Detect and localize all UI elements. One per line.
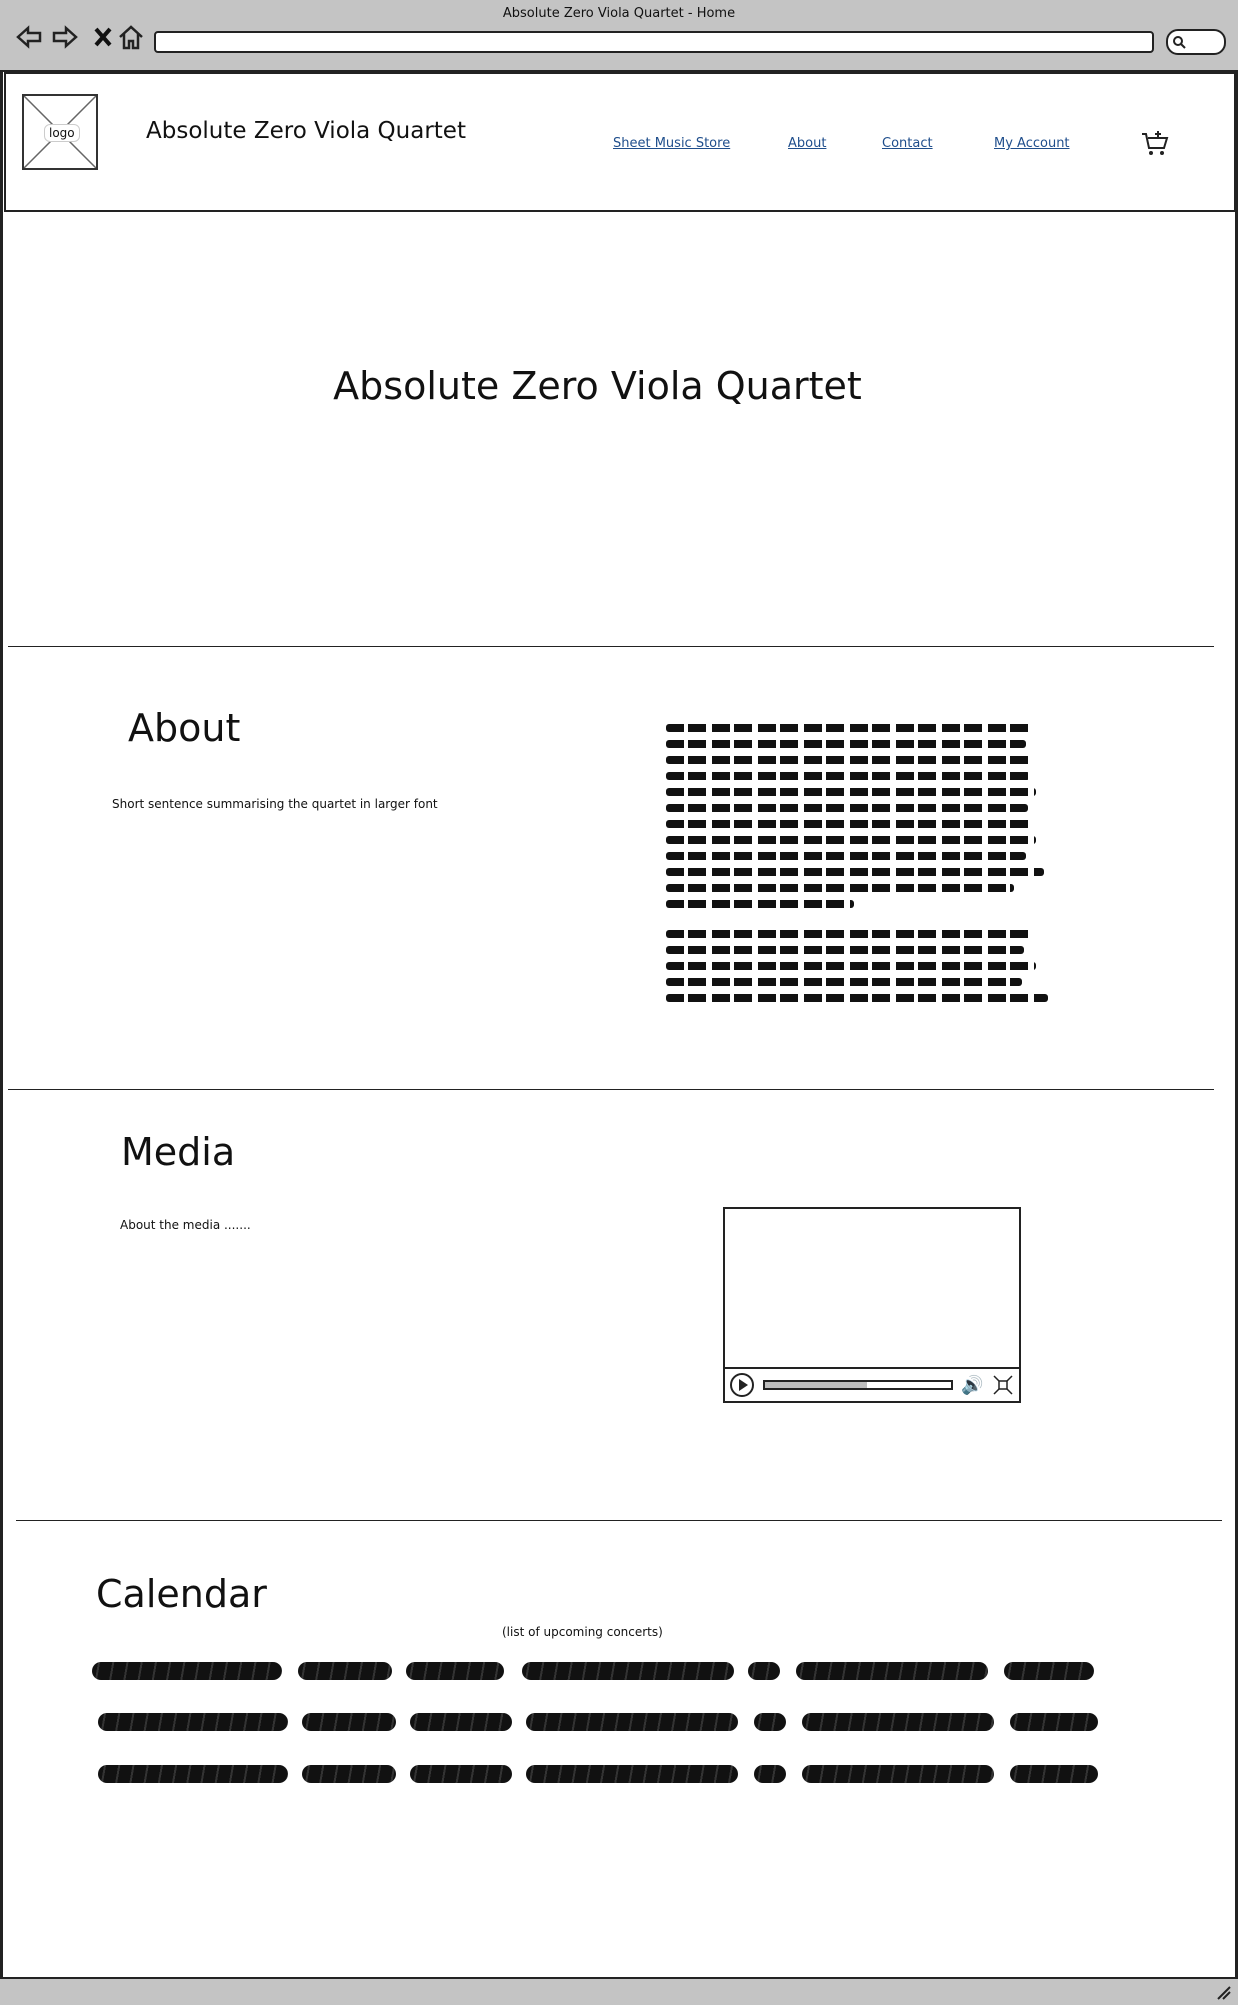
video-controls: 🔊 bbox=[725, 1367, 1019, 1401]
logo-label: logo bbox=[44, 124, 80, 142]
about-summary: Short sentence summarising the quartet i… bbox=[112, 797, 438, 811]
search-icon bbox=[1173, 36, 1186, 49]
calendar-subtitle: (list of upcoming concerts) bbox=[502, 1625, 663, 1639]
volume-icon[interactable]: 🔊 bbox=[961, 1375, 983, 1396]
forward-icon[interactable] bbox=[50, 22, 80, 52]
fullscreen-icon[interactable] bbox=[993, 1375, 1013, 1395]
window-frame-left bbox=[0, 72, 3, 1977]
cart-add-icon[interactable] bbox=[1140, 128, 1170, 158]
site-header: logo Absolute Zero Viola Quartet Sheet M… bbox=[4, 72, 1236, 212]
resize-grip-icon[interactable] bbox=[1214, 1983, 1232, 2001]
browser-status-bar bbox=[0, 1977, 1238, 2005]
home-icon[interactable] bbox=[116, 22, 146, 52]
browser-search[interactable] bbox=[1166, 29, 1226, 55]
back-icon[interactable] bbox=[14, 22, 44, 52]
hero-title: Absolute Zero Viola Quartet bbox=[333, 364, 862, 408]
logo-placeholder[interactable]: logo bbox=[22, 94, 98, 170]
section-divider bbox=[8, 1089, 1214, 1090]
nav-about[interactable]: About bbox=[788, 136, 826, 151]
video-player[interactable]: 🔊 bbox=[723, 1207, 1021, 1403]
address-bar[interactable] bbox=[154, 31, 1154, 53]
nav-contact[interactable]: Contact bbox=[882, 136, 933, 151]
video-progress-fill bbox=[765, 1382, 868, 1388]
video-progress-bar[interactable] bbox=[763, 1380, 953, 1390]
nav-sheet-music-store[interactable]: Sheet Music Store bbox=[613, 136, 730, 151]
section-divider bbox=[8, 646, 1214, 647]
calendar-title: Calendar bbox=[96, 1572, 267, 1616]
nav-my-account[interactable]: My Account bbox=[994, 136, 1070, 151]
media-title: Media bbox=[121, 1130, 236, 1174]
site-brand[interactable]: Absolute Zero Viola Quartet bbox=[146, 118, 466, 144]
section-divider bbox=[16, 1520, 1222, 1521]
browser-chrome: Absolute Zero Viola Quartet - Home bbox=[0, 0, 1238, 72]
about-title: About bbox=[128, 706, 241, 750]
play-button[interactable] bbox=[730, 1373, 754, 1397]
window-title: Absolute Zero Viola Quartet - Home bbox=[502, 6, 736, 21]
close-icon[interactable] bbox=[88, 22, 118, 52]
media-description: About the media ....... bbox=[120, 1218, 251, 1232]
